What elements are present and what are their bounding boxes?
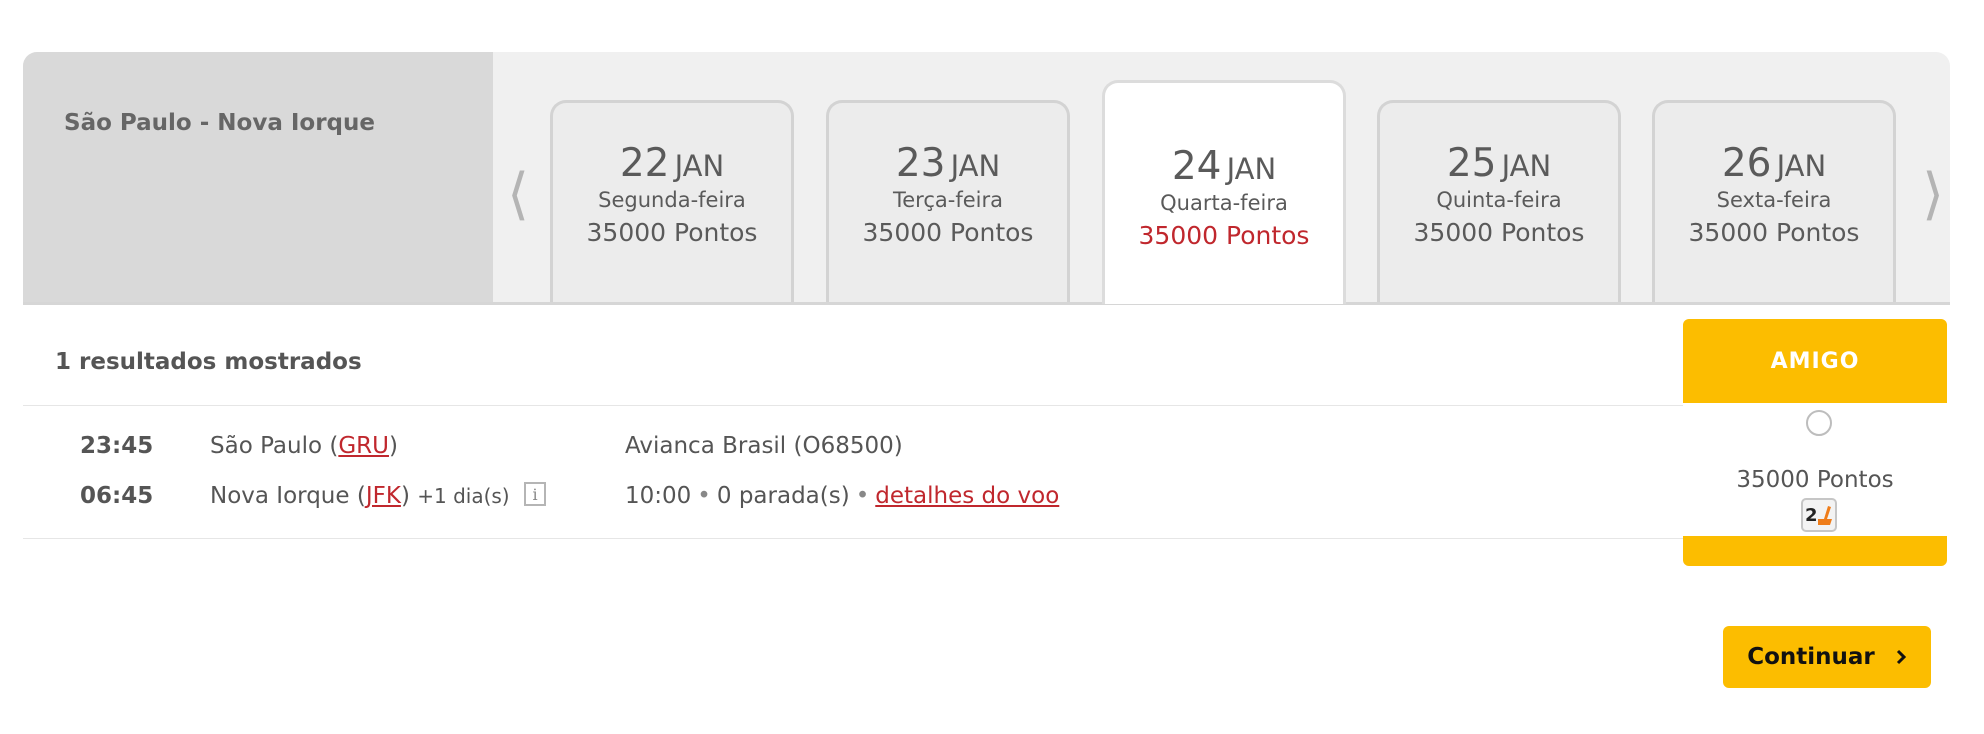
next-dates-button[interactable]: ⟩ xyxy=(1913,160,1953,230)
date-weekday: Terça-feira xyxy=(893,188,1003,212)
day-offset: +1 dia(s) xyxy=(417,484,510,508)
fare-points: 35000 Pontos xyxy=(1736,467,1894,493)
date-day: 22 xyxy=(619,141,670,186)
date-weekday: Segunda-feira xyxy=(598,188,746,212)
destination-airport: Nova Iorque (JFK) +1 dia(s) xyxy=(210,483,510,509)
date-weekday: Quinta-feira xyxy=(1436,188,1562,212)
results-count: 1 resultados mostrados xyxy=(55,349,362,375)
chevron-right-icon: ⟩ xyxy=(1922,162,1944,227)
airline-flight-number: Avianca Brasil (O68500) xyxy=(625,433,903,459)
date-points: 35000 Pontos xyxy=(862,218,1034,247)
origin-airport: São Paulo (GRU) xyxy=(210,433,398,459)
flight-details-link[interactable]: detalhes do voo xyxy=(875,483,1059,509)
fare-column-header: AMIGO xyxy=(1683,319,1947,403)
fare-column-footer xyxy=(1683,536,1947,566)
route-panel: São Paulo - Nova Iorque xyxy=(23,52,493,302)
date-tab-22-jan[interactable]: 22 JAN Segunda-feira 35000 Pontos xyxy=(550,100,794,302)
flight-stops: 0 parada(s) xyxy=(716,483,850,509)
destination-code-link[interactable]: JFK xyxy=(366,483,401,509)
chevron-left-icon: ⟨ xyxy=(507,162,529,227)
date-month: JAN xyxy=(674,149,725,183)
continue-button[interactable]: Continuar xyxy=(1723,626,1931,688)
date-month: JAN xyxy=(1776,149,1827,183)
continue-label: Continuar xyxy=(1747,644,1875,670)
divider xyxy=(23,405,1683,406)
date-month: JAN xyxy=(1226,152,1277,186)
bullet-separator: • xyxy=(697,483,711,509)
date-weekday: Sexta-feira xyxy=(1716,188,1832,212)
date-day: 24 xyxy=(1171,144,1222,189)
arrival-time: 06:45 xyxy=(80,483,154,509)
flight-summary: 10:00 • 0 parada(s) • detalhes do voo xyxy=(625,483,1059,509)
date-tab-26-jan[interactable]: 26 JAN Sexta-feira 35000 Pontos xyxy=(1652,100,1896,302)
fare-radio-button[interactable] xyxy=(1806,410,1832,436)
date-month: JAN xyxy=(1501,149,1552,183)
date-points: 35000 Pontos xyxy=(1413,218,1585,247)
departure-time: 23:45 xyxy=(80,433,154,459)
divider xyxy=(23,538,1683,539)
date-day: 23 xyxy=(895,141,946,186)
bullet-separator: • xyxy=(855,483,870,509)
date-tab-23-jan[interactable]: 23 JAN Terça-feira 35000 Pontos xyxy=(826,100,1070,302)
date-tab-24-jan-selected[interactable]: 24 JAN Quarta-feira 35000 Pontos xyxy=(1102,80,1346,304)
date-day: 25 xyxy=(1446,141,1497,186)
date-points: 35000 Pontos xyxy=(1688,218,1860,247)
destination-city: Nova Iorque xyxy=(210,483,350,509)
fare-column-title: AMIGO xyxy=(1770,348,1860,374)
seats-left-badge: 2 xyxy=(1801,498,1837,532)
info-icon[interactable]: i xyxy=(524,482,546,506)
date-day: 26 xyxy=(1721,141,1772,186)
date-month: JAN xyxy=(950,149,1001,183)
seat-icon xyxy=(1818,506,1832,525)
origin-city: São Paulo xyxy=(210,433,323,459)
date-points: 35000 Pontos xyxy=(586,218,758,247)
date-points: 35000 Pontos xyxy=(1138,221,1310,250)
date-tab-25-jan[interactable]: 25 JAN Quinta-feira 35000 Pontos xyxy=(1377,100,1621,302)
origin-code-link[interactable]: GRU xyxy=(338,433,389,459)
flight-duration: 10:00 xyxy=(625,483,692,509)
previous-dates-button[interactable]: ⟨ xyxy=(498,160,538,230)
route-title: São Paulo - Nova Iorque xyxy=(64,110,375,136)
chevron-right-icon xyxy=(1895,649,1907,665)
date-weekday: Quarta-feira xyxy=(1160,191,1288,215)
